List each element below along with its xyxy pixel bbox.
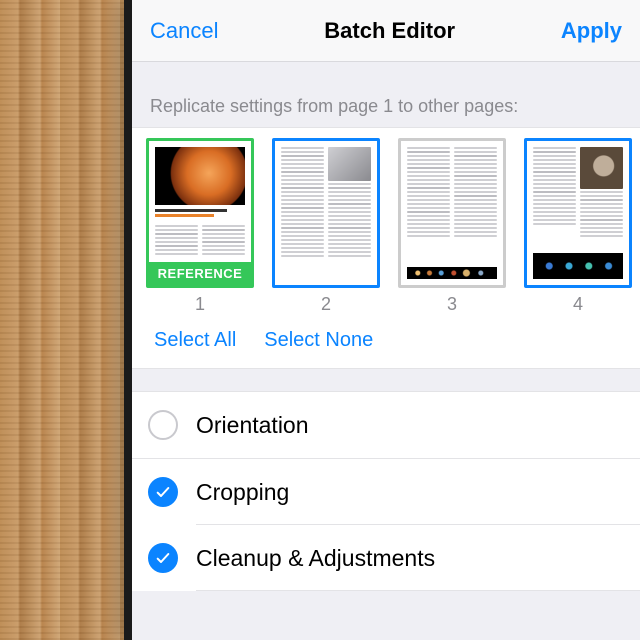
page-thumb-4[interactable]: 4	[524, 138, 632, 315]
page-number: 1	[195, 294, 205, 315]
navbar-title: Batch Editor	[324, 18, 455, 44]
reference-badge: REFERENCE	[149, 262, 251, 285]
select-all-button[interactable]: Select All	[154, 329, 236, 352]
batch-editor-sheet: Cancel Batch Editor Apply Replicate sett…	[124, 0, 640, 640]
page-number: 4	[573, 294, 583, 315]
option-label: Orientation	[196, 412, 624, 439]
select-none-button[interactable]: Select None	[264, 329, 373, 352]
page-thumb-3[interactable]: 3	[398, 138, 506, 315]
option-cleanup-adjustments[interactable]: Cleanup & Adjustments	[132, 525, 640, 591]
option-label: Cleanup & Adjustments	[196, 545, 624, 572]
thumbnail-image-mars	[155, 147, 245, 205]
page-thumbnails: REFERENCE 1	[132, 127, 640, 369]
options-list: Orientation Cropping Cleanup & Adjustmen…	[132, 391, 640, 591]
apply-button[interactable]: Apply	[561, 18, 622, 44]
checkbox-checked-icon[interactable]	[148, 477, 178, 507]
thumbnail-image-planets	[407, 267, 497, 279]
page-thumb-2[interactable]: 2	[272, 138, 380, 315]
page-number: 2	[321, 294, 331, 315]
thumbnail-image-moons	[533, 253, 623, 279]
option-label: Cropping	[196, 479, 624, 506]
navbar: Cancel Batch Editor Apply	[132, 0, 640, 62]
option-cropping[interactable]: Cropping	[132, 459, 640, 525]
cancel-button[interactable]: Cancel	[150, 18, 218, 44]
option-orientation[interactable]: Orientation	[132, 392, 640, 459]
page-number: 3	[447, 294, 457, 315]
checkbox-checked-icon[interactable]	[148, 543, 178, 573]
section-caption: Replicate settings from page 1 to other …	[132, 62, 640, 127]
checkbox-unchecked-icon[interactable]	[148, 410, 178, 440]
page-thumb-1[interactable]: REFERENCE 1	[146, 138, 254, 315]
